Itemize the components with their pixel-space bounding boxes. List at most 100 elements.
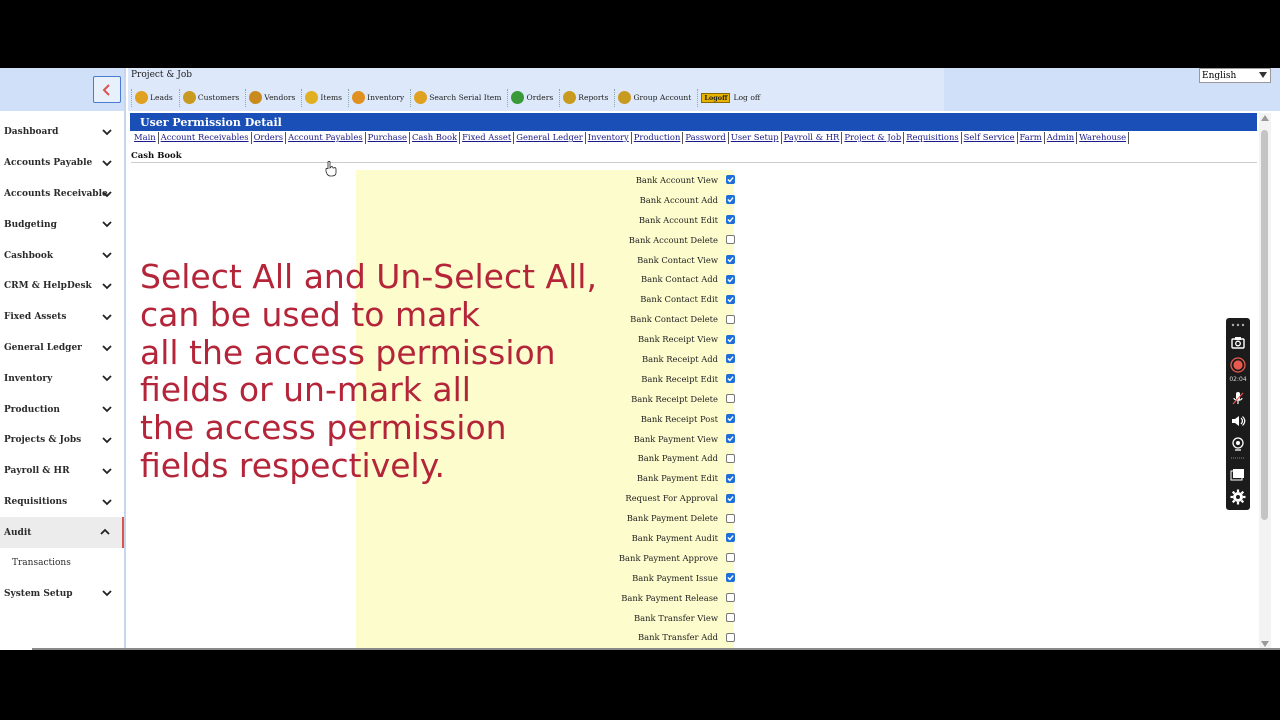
permission-label: Bank Transfer Add (637, 632, 718, 643)
toolbar-customers-button[interactable]: Customers (178, 88, 242, 107)
sidebar-item-payroll-hr[interactable]: Payroll & HR (0, 456, 124, 487)
sidebar-subitem-transactions[interactable]: Transactions (0, 548, 124, 578)
vertical-scrollbar[interactable] (1259, 113, 1271, 650)
permission-checkbox[interactable] (726, 513, 735, 523)
speaker-icon[interactable] (1230, 413, 1246, 429)
permission-label: Bank Payment Delete (626, 513, 718, 524)
toolbar-inventory-button[interactable]: Inventory (348, 88, 407, 107)
toolbar-reports-button[interactable]: Reports (559, 88, 611, 107)
module-link-payroll-hr[interactable]: Payroll & HR (782, 132, 843, 144)
permission-checkbox[interactable] (726, 613, 735, 623)
module-link-password[interactable]: Password (683, 132, 729, 144)
permission-checkbox[interactable] (726, 573, 735, 583)
module-link-purchase[interactable]: Purchase (366, 132, 410, 144)
sidebar-item-projects-jobs[interactable]: Projects & Jobs (0, 425, 124, 456)
permission-checkbox[interactable] (726, 473, 735, 483)
module-link-project-job[interactable]: Project & Job (842, 132, 905, 144)
scroll-down-icon[interactable] (1261, 641, 1269, 647)
toolbar-leads-button[interactable]: Leads (131, 88, 176, 107)
module-link-admin[interactable]: Admin (1045, 132, 1078, 144)
sidebar-item-cashbook[interactable]: Cashbook (0, 240, 124, 271)
permission-checkbox[interactable] (726, 593, 735, 603)
toolbar-search-serial-item-button[interactable]: Search Serial Item (410, 88, 504, 107)
toolbar-vendors-button[interactable]: Vendors (245, 88, 298, 107)
sidebar-item-fixed-assets[interactable]: Fixed Assets (0, 302, 124, 333)
scroll-thumb[interactable] (1261, 130, 1268, 520)
checkmark-icon (727, 277, 734, 283)
record-icon[interactable] (1230, 357, 1246, 373)
caption-line: the access permission (140, 408, 507, 448)
permission-checkbox[interactable] (726, 175, 735, 185)
permission-label: Bank Payment Release (621, 592, 718, 603)
toolbar-orders-button[interactable]: Orders (507, 88, 556, 107)
module-link-account-payables[interactable]: Account Payables (286, 132, 366, 144)
permission-checkbox[interactable] (726, 553, 735, 563)
module-link-fixed-asset[interactable]: Fixed Asset (460, 132, 515, 144)
sidebar-item-system-setup[interactable]: System Setup (0, 578, 124, 609)
logoff-button[interactable]: Logoff Log off (697, 88, 763, 107)
permission-checkbox[interactable] (726, 215, 735, 225)
permission-checkbox[interactable] (726, 374, 735, 384)
drag-handle-icon[interactable] (1230, 321, 1246, 329)
sidebar-item-general-ledger[interactable]: General Ledger (0, 333, 124, 364)
sidebar-item-inventory[interactable]: Inventory (0, 363, 124, 394)
module-link-user-setup[interactable]: User Setup (729, 132, 782, 144)
chevron-down-icon (102, 160, 112, 167)
permission-checkbox[interactable] (726, 274, 735, 284)
permission-row: Bank Payment Audit (510, 528, 735, 548)
permission-checkbox[interactable] (726, 434, 735, 444)
permission-checkbox[interactable] (726, 493, 735, 503)
module-link-account-receivables[interactable]: Account Receivables (159, 132, 252, 144)
permission-checkbox[interactable] (726, 294, 735, 304)
permission-checkbox[interactable] (726, 453, 735, 463)
sidebar-item-production[interactable]: Production (0, 394, 124, 425)
collapse-sidebar-button[interactable] (93, 76, 121, 103)
checkmark-icon (727, 217, 734, 223)
sidebar-item-label: Payroll & HR (4, 466, 70, 477)
permission-checkbox[interactable] (726, 533, 735, 543)
permission-checkbox[interactable] (726, 314, 735, 324)
chevron-down-icon (102, 252, 112, 259)
permission-checkbox[interactable] (726, 255, 735, 264)
permission-checkbox[interactable] (726, 414, 735, 424)
permission-checkbox[interactable] (726, 394, 735, 404)
permission-checkbox[interactable] (726, 632, 735, 642)
sidebar-item-label: Cashbook (4, 250, 54, 261)
sidebar-item-label: Projects & Jobs (4, 435, 82, 446)
sidebar-item-dashboard[interactable]: Dashboard (0, 117, 124, 148)
permission-checkbox[interactable] (726, 354, 735, 364)
chevron-down-icon (102, 344, 112, 351)
module-link-warehouse[interactable]: Warehouse (1077, 132, 1130, 144)
checkmark-icon (727, 416, 734, 422)
orders-icon (511, 91, 525, 104)
permission-checkbox[interactable] (726, 235, 735, 245)
module-link-farm[interactable]: Farm (1018, 132, 1045, 144)
sidebar-item-label: Inventory (4, 373, 53, 384)
module-link-production[interactable]: Production (632, 132, 684, 144)
sidebar-item-audit[interactable]: Audit (0, 517, 124, 549)
sidebar-item-budgeting[interactable]: Budgeting (0, 209, 124, 240)
camera-icon[interactable] (1230, 334, 1246, 350)
module-link-requisitions[interactable]: Requisitions (904, 132, 962, 144)
permission-checkbox[interactable] (726, 334, 735, 344)
sidebar-item-crm-helpdesk[interactable]: CRM & HelpDesk (0, 271, 124, 302)
screen-area-icon[interactable] (1230, 466, 1246, 482)
module-link-orders[interactable]: Orders (252, 132, 287, 144)
microphone-icon[interactable] (1230, 390, 1246, 406)
caption-line: Select All and Un-Select All, (140, 257, 597, 296)
webcam-icon[interactable] (1230, 436, 1246, 452)
sidebar-item-requisitions[interactable]: Requisitions (0, 487, 124, 518)
language-select[interactable]: English (1199, 68, 1271, 83)
gear-icon[interactable] (1230, 489, 1246, 505)
toolbar-group-account-button[interactable]: Group Account (614, 88, 694, 107)
scroll-up-icon[interactable] (1261, 115, 1269, 121)
module-link-general-ledger[interactable]: General Ledger (514, 132, 586, 144)
toolbar-items-button[interactable]: Items (301, 88, 345, 107)
permission-checkbox[interactable] (726, 195, 735, 205)
module-link-self-service[interactable]: Self Service (962, 132, 1018, 144)
sidebar-item-accounts-payable[interactable]: Accounts Payable (0, 148, 124, 179)
module-link-cash-book[interactable]: Cash Book (410, 132, 461, 144)
module-link-main[interactable]: Main (132, 132, 159, 144)
module-link-inventory[interactable]: Inventory (586, 132, 632, 144)
sidebar-item-accounts-receivable[interactable]: Accounts Receivable (0, 179, 124, 210)
